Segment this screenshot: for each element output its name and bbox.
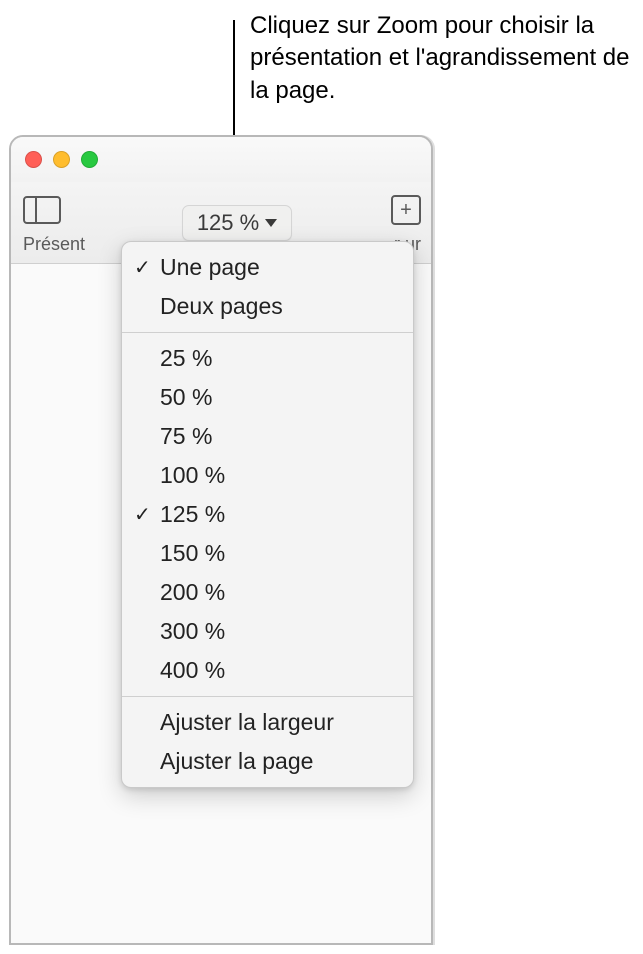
plus-icon: + — [391, 195, 421, 225]
menu-item-label: 400 % — [160, 657, 225, 684]
menu-zoom-level-6[interactable]: 200 % — [122, 573, 413, 612]
zoom-toolbar-item: 125 % — [182, 205, 292, 241]
maximize-icon[interactable] — [81, 151, 98, 168]
close-icon[interactable] — [25, 151, 42, 168]
menu-item-label: Deux pages — [160, 293, 283, 320]
menu-divider — [122, 696, 413, 697]
menu-item-label: 75 % — [160, 423, 212, 450]
menu-zoom-level-1[interactable]: 50 % — [122, 378, 413, 417]
sidebar-icon — [23, 196, 61, 224]
menu-zoom-level-8[interactable]: 400 % — [122, 651, 413, 690]
menu-item-label: 50 % — [160, 384, 212, 411]
menu-item-label: 125 % — [160, 501, 225, 528]
chevron-down-icon — [265, 219, 277, 227]
window-titlebar — [11, 137, 431, 182]
presentation-button[interactable]: Présent — [23, 190, 103, 255]
menu-item-label: 300 % — [160, 618, 225, 645]
zoom-dropdown-menu: ✓Une pageDeux pages 25 %50 %75 %100 %✓12… — [121, 241, 414, 788]
zoom-value: 125 % — [197, 210, 259, 236]
menu-zoom-level-3[interactable]: 100 % — [122, 456, 413, 495]
menu-view-option-0[interactable]: ✓Une page — [122, 248, 413, 287]
callout-text: Cliquez sur Zoom pour choisir la présent… — [250, 10, 630, 107]
menu-zoom-level-5[interactable]: 150 % — [122, 534, 413, 573]
menu-fit-option-0[interactable]: Ajuster la largeur — [122, 703, 413, 742]
menu-zoom-level-4[interactable]: ✓125 % — [122, 495, 413, 534]
menu-item-label: Une page — [160, 254, 260, 281]
zoom-dropdown-button[interactable]: 125 % — [182, 205, 292, 241]
menu-item-label: 200 % — [160, 579, 225, 606]
checkmark-icon: ✓ — [134, 255, 160, 280]
menu-zoom-level-2[interactable]: 75 % — [122, 417, 413, 456]
checkmark-icon: ✓ — [134, 502, 160, 527]
menu-zoom-level-0[interactable]: 25 % — [122, 339, 413, 378]
menu-item-label: 25 % — [160, 345, 212, 372]
menu-fit-option-1[interactable]: Ajuster la page — [122, 742, 413, 781]
menu-item-label: Ajuster la largeur — [160, 709, 334, 736]
menu-zoom-level-7[interactable]: 300 % — [122, 612, 413, 651]
menu-item-label: 100 % — [160, 462, 225, 489]
menu-divider — [122, 332, 413, 333]
menu-item-label: 150 % — [160, 540, 225, 567]
menu-item-label: Ajuster la page — [160, 748, 313, 775]
presentation-label: Présent — [23, 234, 85, 255]
minimize-icon[interactable] — [53, 151, 70, 168]
menu-view-option-1[interactable]: Deux pages — [122, 287, 413, 326]
